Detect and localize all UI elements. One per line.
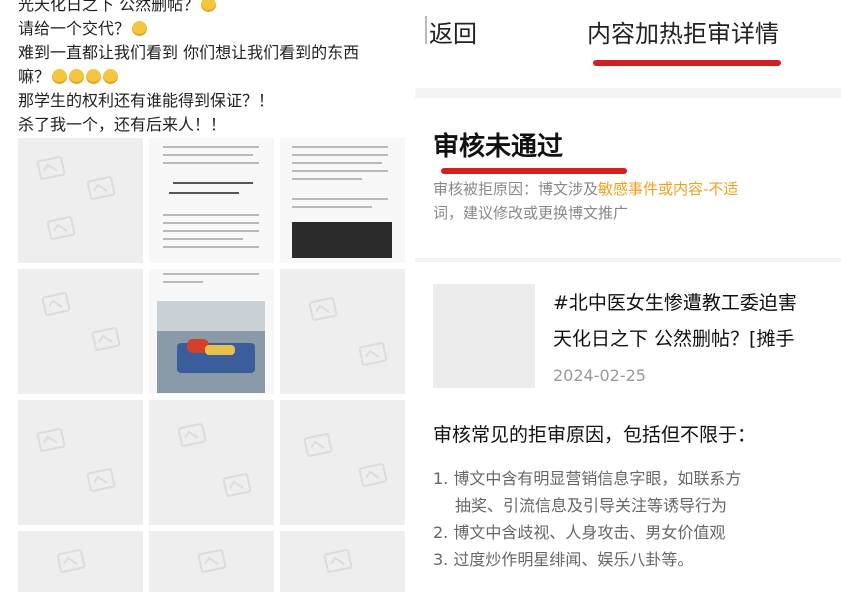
post-text-line-1: 光天化日之下 公然删帖？ xyxy=(18,0,217,16)
annotation-underline xyxy=(441,168,627,174)
image-icon xyxy=(197,548,227,574)
image-placeholder[interactable] xyxy=(18,269,143,394)
back-button[interactable]: 返回 xyxy=(429,14,477,49)
review-status-card: 审核未通过 审核被拒原因：博文涉及敏感事件或内容-不适 词，建议修改或更换博文推… xyxy=(415,98,841,258)
post-title[interactable]: #北中医女生惨遭教工委迫害 xyxy=(553,288,797,315)
image-icon xyxy=(56,548,86,574)
emoji-icon xyxy=(132,21,148,36)
image-icon xyxy=(41,291,71,317)
reason-item: 3. 过度炒作明星绯闻、娱乐八卦等。 xyxy=(433,550,694,569)
image-placeholder[interactable] xyxy=(280,269,405,394)
post-thumbnail[interactable] xyxy=(433,284,535,388)
image-placeholder[interactable] xyxy=(18,531,143,592)
emoji-icon xyxy=(201,0,217,12)
image-icon xyxy=(358,341,388,367)
image-placeholder[interactable] xyxy=(149,531,274,592)
photo-image[interactable] xyxy=(149,269,274,394)
post-info-card: #北中医女生惨遭教工委迫害 天化日之下 公然删帖？[摊手 2024-02-25 … xyxy=(415,262,841,592)
screenshot-image[interactable] xyxy=(280,138,405,263)
image-icon xyxy=(36,155,66,181)
image-placeholder[interactable] xyxy=(280,531,405,592)
post-date: 2024-02-25 xyxy=(553,366,646,385)
reject-reason-cont: 词，建议修改或更换博文推广 xyxy=(433,204,629,222)
image-icon xyxy=(303,432,333,458)
image-icon xyxy=(46,215,76,241)
page-title: 内容加热拒审详情 xyxy=(587,20,779,48)
image-icon xyxy=(36,427,66,453)
reason-item: 2. 博文中含歧视、人身攻击、男女价值观 xyxy=(433,523,726,542)
image-icon xyxy=(86,175,116,201)
post-title-cont[interactable]: 天化日之下 公然删帖？[摊手 xyxy=(553,324,794,351)
emoji-icon xyxy=(52,69,68,84)
social-post-panel: 光天化日之下 公然删帖？ 请给一个交代？ 难到一直都让我们看到 你们想让我们看到… xyxy=(0,0,415,592)
image-icon xyxy=(222,472,252,498)
annotation-underline xyxy=(593,60,781,66)
reason-item-cont: 抽奖、引流信息及引导关注等诱导行为 xyxy=(455,496,728,515)
image-icon xyxy=(86,467,116,493)
image-icon xyxy=(358,462,388,488)
post-text-line-3: 难到一直都让我们看到 你们想让我们看到的东西 xyxy=(18,43,360,62)
image-grid xyxy=(18,138,406,592)
emoji-icon xyxy=(103,69,119,84)
post-text-line-2: 请给一个交代？ xyxy=(18,18,148,40)
emoji-icon xyxy=(69,69,85,84)
image-placeholder[interactable] xyxy=(280,400,405,525)
post-text-line-6: 杀了我一个，还有后来人！！ xyxy=(18,115,227,134)
image-icon xyxy=(91,326,121,352)
review-detail-panel: 返回 内容加热拒审详情 审核未通过 审核被拒原因：博文涉及敏感事件或内容-不适 … xyxy=(415,0,841,592)
reason-item: 1. 博文中含有明显营销信息字眼，如联系方 xyxy=(433,469,742,488)
image-placeholder[interactable] xyxy=(18,138,143,263)
divider xyxy=(425,16,427,44)
image-placeholder[interactable] xyxy=(149,400,274,525)
image-icon xyxy=(308,296,338,322)
header-bar: 返回 内容加热拒审详情 xyxy=(415,0,841,88)
emoji-icon xyxy=(86,69,102,84)
reject-reason: 审核被拒原因：博文涉及敏感事件或内容-不适 xyxy=(433,180,739,198)
post-text-line-4: 嘛？ xyxy=(18,66,119,88)
post-text-line-5: 那学生的权利还有谁能得到保证？！ xyxy=(18,91,275,110)
reason-highlight: 敏感事件或内容-不适 xyxy=(598,180,739,198)
common-reasons-heading: 审核常见的拒审原因，包括但不限于： xyxy=(433,424,757,446)
image-placeholder[interactable] xyxy=(18,400,143,525)
screenshot-image[interactable] xyxy=(149,138,274,263)
review-status-title: 审核未通过 xyxy=(433,132,564,162)
image-icon xyxy=(177,422,207,448)
image-icon xyxy=(323,548,353,574)
